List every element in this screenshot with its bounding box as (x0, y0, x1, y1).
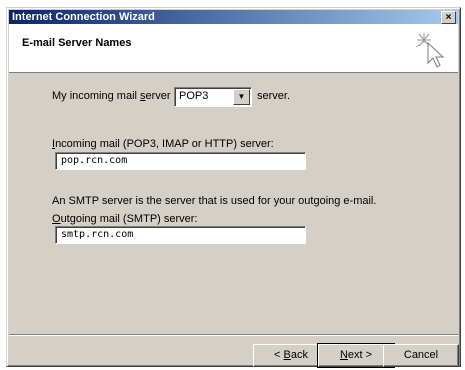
incoming-server-label: Incoming mail (POP3, IMAP or HTTP) serve… (52, 138, 274, 150)
smtp-description: An SMTP server is the server that is use… (52, 195, 377, 207)
back-button-label: < Back (274, 349, 308, 361)
server-suffix-label: server. (257, 90, 291, 102)
outgoing-server-value: smtp.rcn.com (61, 229, 134, 240)
close-button[interactable]: × (441, 11, 456, 24)
outgoing-server-label: Outgoing mail (SMTP) server: (52, 213, 198, 225)
next-button-label: Next > (339, 349, 373, 361)
outgoing-server-field[interactable]: smtp.rcn.com (55, 226, 306, 244)
incoming-type-label: My incoming mail server is a (52, 90, 191, 102)
cancel-button[interactable]: Cancel (383, 344, 459, 367)
wizard-window: Internet Connection Wizard × E-mail Serv… (6, 7, 461, 368)
incoming-server-type-select[interactable]: POP3 ▼ (174, 87, 252, 107)
window-title: Internet Connection Wizard (12, 11, 155, 23)
header-panel: E-mail Server Names (9, 24, 458, 73)
title-bar[interactable]: Internet Connection Wizard × (9, 10, 458, 24)
wizard-cursor-icon (415, 33, 445, 68)
button-separator (9, 334, 458, 336)
incoming-server-type-value: POP3 (179, 90, 209, 102)
chevron-down-icon: ▼ (237, 92, 246, 101)
dropdown-arrow-button[interactable]: ▼ (233, 89, 250, 105)
page-title: E-mail Server Names (22, 37, 132, 49)
incoming-server-value: pop.rcn.com (61, 155, 128, 166)
close-icon: × (445, 12, 452, 23)
incoming-server-field[interactable]: pop.rcn.com (55, 152, 306, 170)
cancel-button-label: Cancel (403, 349, 439, 361)
